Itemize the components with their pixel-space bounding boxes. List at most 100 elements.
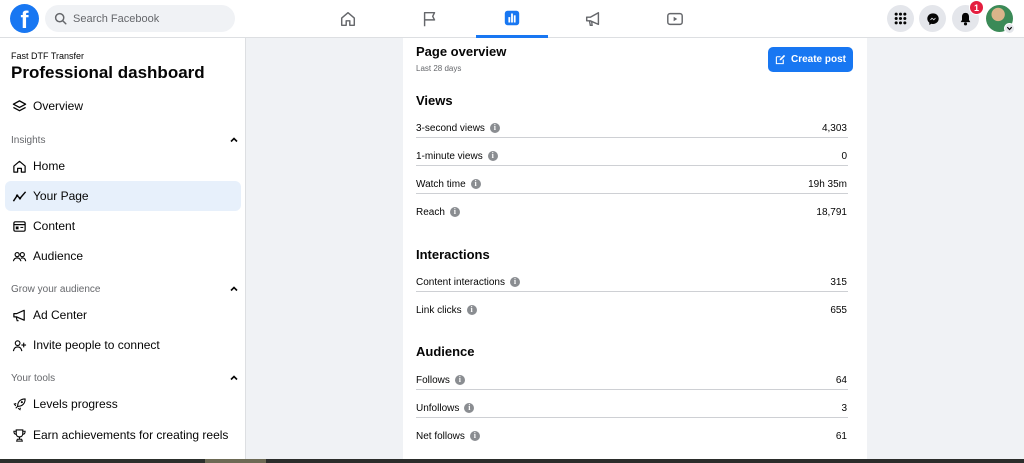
- nav-tab-video[interactable]: [639, 0, 711, 38]
- sidebar-item-invite[interactable]: Invite people to connect: [5, 330, 241, 360]
- chevron-up-icon: [230, 286, 238, 292]
- sidebar-item-audience[interactable]: Audience: [5, 241, 241, 271]
- facebook-logo[interactable]: f: [10, 4, 39, 33]
- section-label: Grow your audience: [11, 283, 101, 295]
- row-divider: [416, 137, 848, 138]
- row-divider: [416, 417, 848, 418]
- metric-row: Unfollows i 3: [416, 398, 848, 418]
- info-icon[interactable]: i: [489, 123, 500, 133]
- create-post-button[interactable]: Create post: [768, 47, 853, 72]
- content-icon: [11, 218, 27, 234]
- trend-line-icon: [11, 188, 27, 204]
- home-icon: [11, 158, 27, 174]
- info-icon[interactable]: i: [509, 277, 520, 287]
- interactions-heading: Interactions: [416, 247, 490, 262]
- metric-label: Reach: [416, 206, 445, 218]
- metric-row: Link clicks i 655: [416, 300, 848, 320]
- sidebar-title: Professional dashboard: [11, 63, 205, 82]
- metric-value: 64: [835, 374, 847, 386]
- info-icon[interactable]: i: [464, 403, 475, 413]
- info-icon[interactable]: i: [470, 179, 481, 189]
- sidebar-item-your-page[interactable]: Your Page: [5, 181, 241, 211]
- people-icon: [11, 248, 27, 264]
- rocket-icon: [11, 396, 27, 412]
- bell-icon: [960, 12, 971, 25]
- metric-value: 655: [830, 304, 847, 316]
- insights-icon: [504, 10, 520, 25]
- search-input[interactable]: [73, 12, 223, 25]
- row-divider: [416, 193, 848, 194]
- grid-menu-icon: [894, 12, 907, 25]
- home-icon: [340, 11, 356, 27]
- page-overview-panel: Page overview Last 28 days Create post V…: [403, 38, 867, 459]
- sidebar-item-label: Overview: [33, 99, 84, 113]
- metric-row: Net follows i 61: [416, 426, 848, 446]
- section-grow-audience[interactable]: Grow your audience: [11, 281, 239, 297]
- nav-tab-home[interactable]: [312, 0, 384, 38]
- sidebar-item-label: Ad Center: [33, 308, 88, 322]
- metric-label: 1-minute views: [416, 150, 483, 162]
- metric-label: 3-second views: [416, 122, 485, 134]
- metric-value: 18,791: [816, 206, 847, 218]
- nav-tab-pages[interactable]: [394, 0, 466, 38]
- edit-icon: [775, 54, 786, 65]
- metric-label: Net follows: [416, 430, 465, 442]
- search-icon: [54, 12, 67, 25]
- video-icon: [667, 12, 683, 26]
- section-your-tools[interactable]: Your tools: [11, 370, 239, 386]
- menu-button[interactable]: [887, 5, 914, 32]
- notifications-button[interactable]: 1: [952, 0, 984, 32]
- nav-tab-ads[interactable]: [557, 0, 629, 38]
- megaphone-icon: [11, 307, 27, 323]
- sidebar-item-home[interactable]: Home: [5, 151, 241, 181]
- row-divider: [416, 389, 848, 390]
- metric-label: Content interactions: [416, 276, 505, 288]
- metric-row: Content interactions i 315: [416, 272, 848, 292]
- create-post-label: Create post: [790, 54, 846, 65]
- sidebar-item-achievements[interactable]: Earn achievements for creating reels: [5, 420, 241, 450]
- search-box[interactable]: [45, 5, 235, 32]
- info-icon[interactable]: i: [469, 431, 480, 441]
- sidebar-item-levels[interactable]: Levels progress: [5, 389, 241, 419]
- section-insights[interactable]: Insights: [11, 132, 239, 148]
- sidebar-item-overview[interactable]: Overview: [5, 91, 241, 121]
- section-label: Insights: [11, 134, 46, 146]
- metric-label: Link clicks: [416, 304, 462, 316]
- info-icon[interactable]: i: [487, 151, 498, 161]
- info-icon[interactable]: i: [449, 207, 460, 217]
- nav-tab-insights[interactable]: [476, 0, 548, 38]
- messenger-icon: [926, 12, 939, 25]
- metric-value: 61: [835, 430, 847, 442]
- audience-heading: Audience: [416, 344, 475, 359]
- section-label: Your tools: [11, 372, 56, 384]
- metric-row: Follows i 64: [416, 370, 848, 390]
- sidebar-item-content[interactable]: Content: [5, 211, 241, 241]
- top-navigation-bar: f 1: [0, 0, 1024, 38]
- chevron-up-icon: [230, 375, 238, 381]
- views-heading: Views: [416, 93, 453, 108]
- date-range-label: Last 28 days: [416, 64, 462, 73]
- notification-badge: 1: [969, 0, 984, 15]
- sidebar-item-ad-center[interactable]: Ad Center: [5, 300, 241, 330]
- account-chevron[interactable]: [1004, 23, 1015, 34]
- row-divider: [416, 291, 848, 292]
- flag-icon: [423, 11, 436, 27]
- sidebar-item-label: Invite people to connect: [33, 338, 160, 352]
- sidebar-item-label: Earn achievements for creating reels: [33, 428, 229, 442]
- sidebar: Fast DTF Transfer Professional dashboard…: [0, 38, 246, 459]
- sidebar-item-label: Audience: [33, 249, 84, 263]
- metric-row: 1-minute views i 0: [416, 146, 848, 166]
- taskbar-strip: [0, 459, 1024, 463]
- metric-value: 0: [841, 150, 847, 162]
- metric-row: 3-second views i 4,303: [416, 118, 848, 138]
- row-divider: [416, 165, 848, 166]
- metric-value: 315: [830, 276, 847, 288]
- page-title: Page overview: [416, 44, 507, 59]
- metric-value: 19h 35m: [808, 178, 847, 190]
- info-icon[interactable]: i: [454, 375, 465, 385]
- info-icon[interactable]: i: [466, 305, 477, 315]
- sidebar-item-label: Home: [33, 159, 66, 173]
- chevron-down-icon: [1006, 26, 1013, 31]
- metric-value: 3: [841, 402, 847, 414]
- messenger-button[interactable]: [919, 5, 946, 32]
